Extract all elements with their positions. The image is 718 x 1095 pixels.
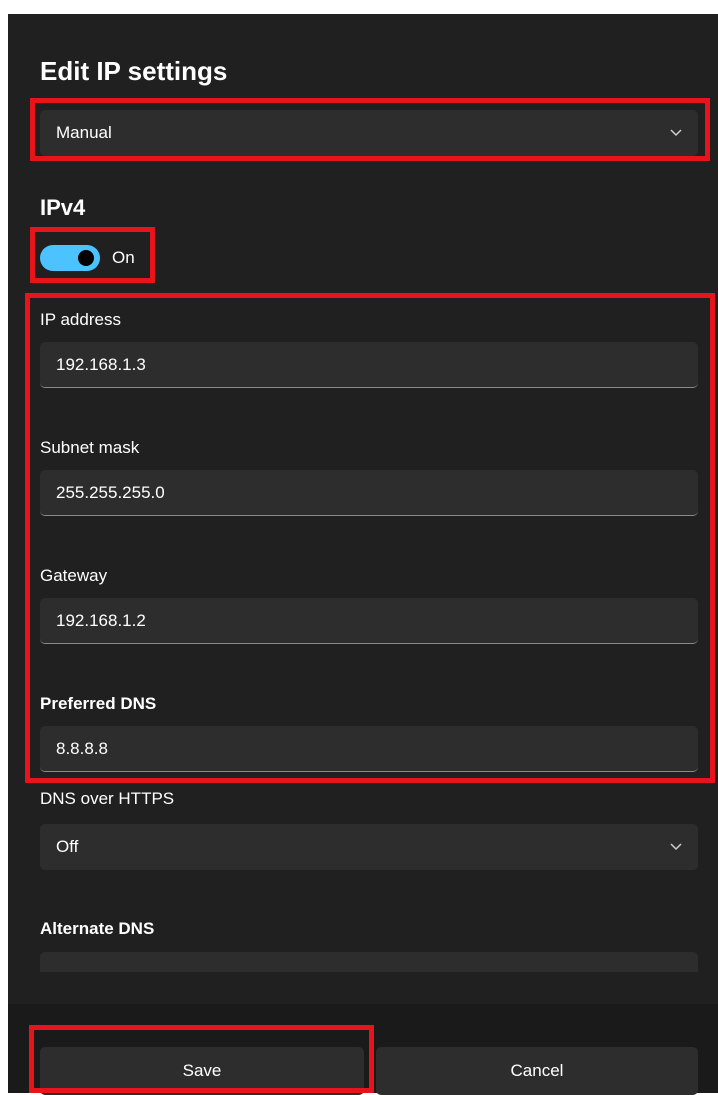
preferred-dns-input[interactable]: 8.8.8.8 [40,726,698,772]
ip-assignment-value: Manual [56,123,112,142]
chevron-down-icon [670,129,682,137]
dns-over-https-select[interactable]: Off [40,824,698,870]
dns-over-https-value: Off [56,837,79,856]
chevron-down-icon [670,843,682,851]
alternate-dns-input[interactable] [40,952,698,972]
gateway-input[interactable]: 192.168.1.2 [40,598,698,644]
ip-address-input[interactable]: 192.168.1.3 [40,342,698,388]
subnet-mask-input[interactable]: 255.255.255.0 [40,470,698,516]
ipv4-toggle-label: On [112,248,135,267]
ip-address-label: IP address [40,310,121,329]
cancel-button[interactable]: Cancel [376,1047,698,1095]
save-button[interactable]: Save [40,1047,364,1095]
edit-ip-settings-dialog: Edit IP settings Manual IPv4 On IP addre… [8,14,718,1095]
ip-assignment-select[interactable]: Manual [40,110,698,156]
toggle-knob [78,250,94,266]
ipv4-toggle-row: On [40,245,135,271]
ipv4-toggle[interactable] [40,245,100,271]
ipv4-section-title: IPv4 [40,195,86,220]
gateway-label: Gateway [40,566,108,585]
preferred-dns-label: Preferred DNS [40,694,157,713]
dns-over-https-label: DNS over HTTPS [40,789,175,808]
dialog-title: Edit IP settings [40,56,228,86]
subnet-mask-label: Subnet mask [40,438,140,457]
alternate-dns-label: Alternate DNS [40,919,155,938]
